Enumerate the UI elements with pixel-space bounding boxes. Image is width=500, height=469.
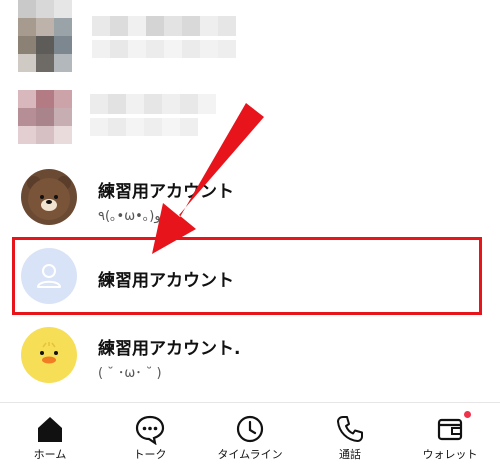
contact-row-blurred-2[interactable] (0, 86, 500, 158)
blurred-avatar (18, 90, 72, 144)
nav-label: トーク (133, 448, 167, 461)
bear-avatar-icon (21, 169, 77, 225)
clock-icon (236, 415, 264, 443)
bottom-navigation-bar: ホーム トーク タイムライン 通話 ウォレット (0, 402, 500, 469)
wallet-icon (437, 418, 463, 441)
contact-status-message: ٩(｡•ω•｡)و (98, 209, 161, 224)
phone-icon (337, 416, 363, 442)
nav-label: ホーム (33, 448, 67, 461)
highlight-box (12, 237, 482, 315)
chat-bubble-icon (135, 415, 165, 445)
contact-row[interactable]: 練習用アカウント ٩(｡•ω•｡)و (0, 165, 500, 233)
blurred-name (90, 94, 216, 114)
nav-wallet[interactable]: ウォレット (400, 403, 500, 469)
nav-label: タイムライン (217, 448, 283, 461)
blurred-status (90, 118, 198, 136)
contact-name: 練習用アカウント (98, 182, 234, 202)
contact-status-message: ( ˘ ･ω･ ˘ ) (98, 366, 162, 381)
blurred-name (92, 16, 236, 36)
nav-timeline[interactable]: タイムライン (200, 403, 300, 469)
notification-badge (464, 411, 471, 418)
nav-label: 通話 (339, 448, 361, 461)
home-icon (38, 417, 62, 442)
contact-name: 練習用アカウント. (98, 339, 241, 359)
nav-label: ウォレット (422, 448, 478, 461)
blurred-avatar (18, 0, 72, 72)
nav-talk[interactable]: トーク (100, 403, 200, 469)
contact-row-blurred-1[interactable] (0, 0, 500, 80)
duck-avatar-icon (21, 327, 77, 383)
nav-calls[interactable]: 通話 (300, 403, 400, 469)
nav-home[interactable]: ホーム (0, 403, 100, 469)
blurred-status (92, 40, 236, 58)
contact-row[interactable]: 練習用アカウント. ( ˘ ･ω･ ˘ ) (0, 320, 500, 390)
